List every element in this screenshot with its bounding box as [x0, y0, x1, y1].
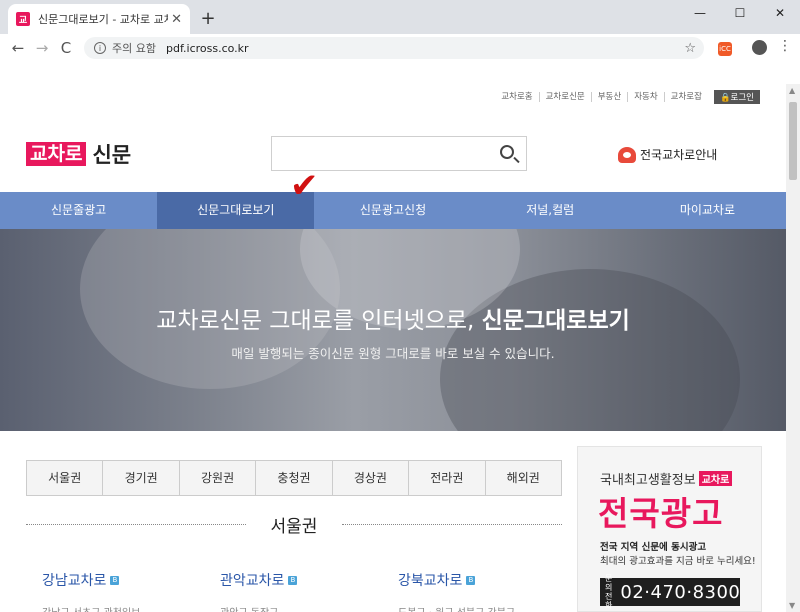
outlet-link-gwanak[interactable]: 관악교차로 B: [220, 570, 298, 590]
outlet-areas: 관악구 동작구: [220, 604, 278, 612]
site-logo[interactable]: 교차로 신문: [26, 139, 131, 169]
util-link-car[interactable]: 자동차: [628, 92, 665, 102]
ad-phone-label: 문의 전화: [605, 574, 613, 610]
ad-headline: 전국광고: [598, 494, 724, 533]
blog-badge-icon: B: [466, 575, 476, 585]
tab-region-gyeongsang[interactable]: 경상권: [333, 461, 410, 495]
outlet-areas: 도봉구 · 원구 성북구 강북구: [398, 604, 515, 612]
region-heading: 서울권: [26, 512, 562, 537]
page-viewport: 교차로홈 교차로신문 부동산 자동차 교차로잡 🔒로그인 교차로 신문 전국교차…: [0, 84, 786, 612]
tab-region-jeolla[interactable]: 전라권: [409, 461, 486, 495]
hero-title: 교차로신문 그대로를 인터넷으로, 신문그대로보기: [0, 301, 786, 335]
bookmark-star-icon[interactable]: ☆: [684, 41, 696, 56]
nav-item-journal[interactable]: 저널,컬럼: [472, 192, 629, 229]
scroll-up-icon[interactable]: ▲: [789, 86, 795, 95]
util-link-job[interactable]: 교차로잡: [665, 92, 708, 102]
hero-subtitle: 매일 발행되는 종이신문 원형 그대로를 바로 보실 수 있습니다.: [231, 346, 555, 361]
tab-strip: 교 신문그대로보기 - 교차로 교차로신문 ✕ + — ☐ ✕: [0, 0, 800, 34]
window-close-icon[interactable]: ✕: [760, 0, 800, 26]
scrollbar-thumb[interactable]: [789, 102, 797, 180]
login-button[interactable]: 🔒로그인: [713, 90, 760, 104]
logo-box: 교차로: [26, 142, 87, 166]
guide-label: 전국교차로안내: [640, 148, 718, 162]
profile-avatar-icon[interactable]: [752, 40, 767, 55]
blog-badge-icon: B: [288, 575, 298, 585]
outlet-name: 강남교차로: [42, 573, 107, 589]
tab-close-icon[interactable]: ✕: [171, 12, 182, 27]
tab-title: 신문그대로보기 - 교차로 교차로신문: [38, 13, 168, 26]
ad-top-text: 국내최고생활정보: [600, 473, 696, 488]
maximize-icon[interactable]: ☐: [720, 0, 760, 26]
browser-tab[interactable]: 교 신문그대로보기 - 교차로 교차로신문 ✕: [8, 4, 190, 34]
ad-phone-box: 문의 전화 02·470·8300: [600, 574, 741, 610]
tab-region-seoul[interactable]: 서울권: [27, 461, 104, 495]
ad-top-line: 국내최고생활정보 교차로: [600, 469, 733, 488]
region-tabs: 서울권 경기권 강원권 충청권 경상권 전라권 해외권: [26, 460, 562, 496]
nationwide-ad-banner[interactable]: 국내최고생활정보 교차로 전국광고 전국 지역 신문에 동시광고 최대의 광고효…: [577, 446, 762, 612]
info-icon[interactable]: i: [94, 42, 106, 54]
util-link-newspaper[interactable]: 교차로신문: [540, 92, 592, 102]
new-tab-button[interactable]: +: [198, 8, 218, 29]
outlet-areas: 강남구 서초구 관천일보: [42, 604, 140, 612]
login-label: 로그인: [730, 93, 754, 103]
divider: [342, 524, 562, 525]
outlet-link-gangnam[interactable]: 강남교차로 B: [42, 570, 120, 590]
url-text[interactable]: pdf.icross.co.kr: [166, 42, 249, 55]
outlet-link-gangbuk[interactable]: 강북교차로 B: [398, 570, 476, 590]
logo-text: 신문: [92, 143, 132, 167]
tab-region-gangwon[interactable]: 강원권: [180, 461, 257, 495]
nav-item-my[interactable]: 마이교차로: [629, 192, 786, 229]
forward-icon[interactable]: →: [30, 39, 54, 57]
back-icon[interactable]: ←: [6, 39, 30, 57]
nationwide-guide-link[interactable]: 전국교차로안내: [618, 146, 717, 163]
hero-title-bold: 신문그대로보기: [481, 308, 630, 334]
extension-icon[interactable]: iCC: [718, 42, 732, 56]
ad-phone-number: 02·470·8300: [620, 581, 741, 603]
blog-badge-icon: B: [110, 575, 120, 585]
phone-icon: [618, 146, 636, 163]
nav-item-classified[interactable]: 신문줄광고: [0, 192, 157, 229]
search-icon[interactable]: [500, 145, 514, 159]
hero-title-plain: 교차로신문 그대로를 인터넷으로,: [156, 308, 482, 334]
browser-menu-icon[interactable]: ⋮: [778, 38, 792, 54]
browser-toolbar: ← → C i 주의 요함 pdf.icross.co.kr ☆ iCC ⋮: [0, 34, 800, 62]
outlet-name: 관악교차로: [220, 573, 285, 589]
tab-region-gyeonggi[interactable]: 경기권: [103, 461, 180, 495]
favicon-icon: 교: [16, 12, 30, 26]
scroll-down-icon[interactable]: ▼: [789, 601, 795, 610]
reload-icon[interactable]: C: [54, 39, 78, 57]
outlet-name: 강북교차로: [398, 573, 463, 589]
nav-item-ad-request[interactable]: 신문광고신청: [314, 192, 471, 229]
page-scrollbar[interactable]: ▲ ▼: [786, 84, 800, 612]
checkmark-icon: ✔: [290, 166, 319, 206]
address-bar[interactable]: i 주의 요함 pdf.icross.co.kr ☆: [84, 37, 704, 59]
utility-nav: 교차로홈 교차로신문 부동산 자동차 교차로잡 🔒로그인: [495, 90, 760, 104]
util-link-home[interactable]: 교차로홈: [495, 92, 540, 102]
util-link-realestate[interactable]: 부동산: [592, 92, 629, 102]
ad-line-2: 최대의 광고효과를 지금 바로 누리세요!: [600, 556, 756, 567]
minimize-icon[interactable]: —: [680, 0, 720, 26]
hero-banner: 교차로신문 그대로를 인터넷으로, 신문그대로보기 매일 발행되는 종이신문 원…: [0, 229, 786, 431]
main-nav: 신문줄광고 신문그대로보기 신문광고신청 저널,컬럼 마이교차로: [0, 192, 786, 229]
ad-badge: 교차로: [698, 471, 733, 486]
tab-region-chungcheong[interactable]: 충청권: [256, 461, 333, 495]
tab-region-overseas[interactable]: 해외권: [486, 461, 561, 495]
ad-line-1: 전국 지역 신문에 동시광고: [600, 542, 707, 553]
security-label: 주의 요함: [112, 42, 156, 55]
